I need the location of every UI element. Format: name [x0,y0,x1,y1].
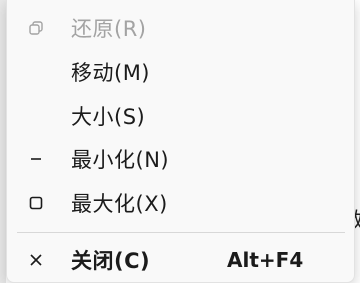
restore-icon [25,17,47,39]
menu-item-label: 最大化(X) [71,192,168,216]
menu-separator [17,232,345,233]
menu-item-restore[interactable]: 还原(R) [7,8,354,48]
menu-item-maximize[interactable]: 最大化(X) [7,183,354,223]
menu-item-label: 最小化(N) [71,148,170,172]
window-system-menu: 还原(R) 移动(M) 大小(S) 最小化(N) 最大化(X) 关闭(C) Al… [6,0,355,283]
close-icon [25,249,47,271]
menu-item-close[interactable]: 关闭(C) Alt+F4 [7,240,354,280]
keyboard-shortcut: Alt+F4 [227,248,304,272]
menu-item-label: 移动(M) [71,61,151,85]
menu-item-minimize[interactable]: 最小化(N) [7,139,354,179]
menu-item-label: 大小(S) [71,105,146,129]
maximize-icon [25,192,47,214]
menu-item-size[interactable]: 大小(S) [7,96,354,136]
menu-item-label: 还原(R) [71,17,147,41]
menu-item-label: 关闭(C) [71,249,151,273]
minimize-icon [25,148,47,170]
menu-item-move[interactable]: 移动(M) [7,52,354,92]
